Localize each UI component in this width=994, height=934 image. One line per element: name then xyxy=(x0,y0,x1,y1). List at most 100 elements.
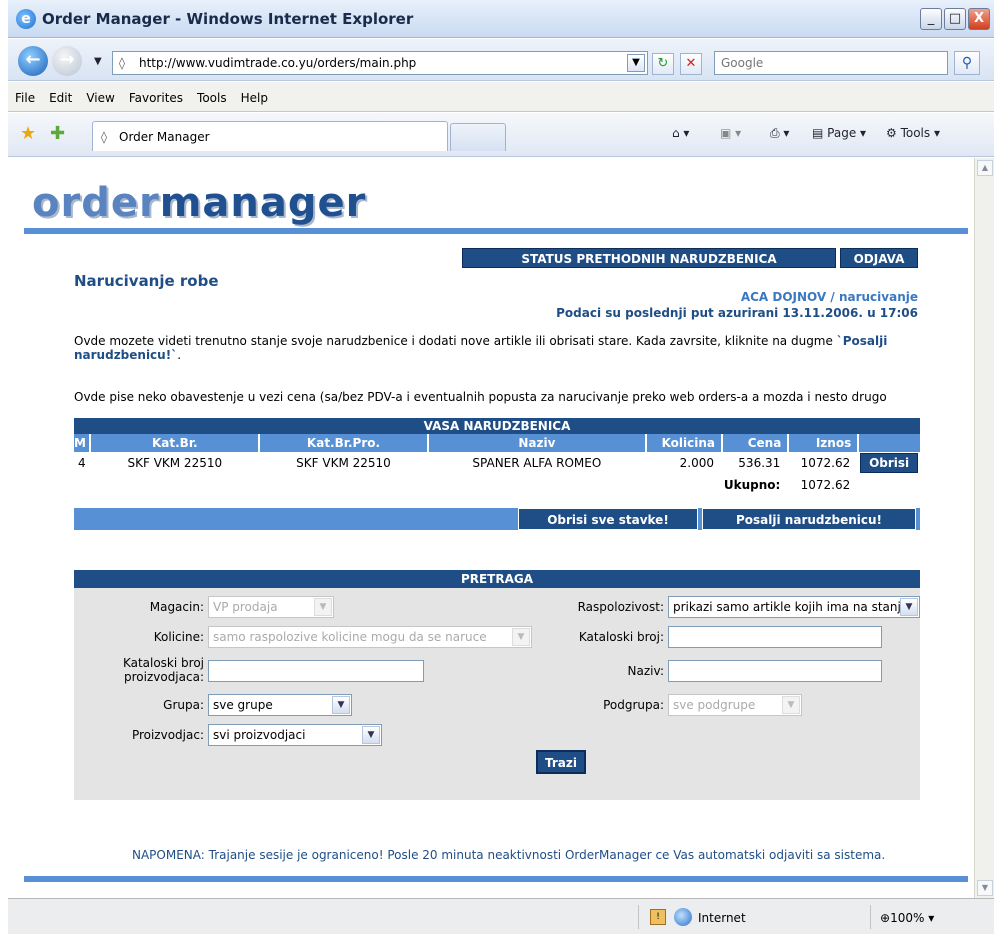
favorites-bar: ★ ✚ ◊ Order Manager ⌂ ▾ ▣ ▾ ⎙ ▾ ▤ Page ▾… xyxy=(8,113,994,157)
chevron-down-icon[interactable]: ▼ xyxy=(362,726,380,744)
page-menu[interactable]: ▤ Page ▾ xyxy=(812,126,866,140)
search-panel: Magacin: VP prodaja ▼ Kolicine: samo rasp… xyxy=(74,588,920,800)
chevron-down-icon: ▼ xyxy=(314,598,332,616)
chevron-down-icon[interactable]: ▼ xyxy=(332,696,350,714)
previous-orders-status-button[interactable]: STATUS PRETHODNIH NARUDZBENICA xyxy=(462,248,836,268)
security-zone-label: Internet xyxy=(698,911,746,925)
tab-order-manager[interactable]: ◊ Order Manager xyxy=(92,121,448,151)
total-row: Ukupno: 1072.62 xyxy=(74,474,920,496)
scroll-down-icon[interactable]: ▼ xyxy=(977,880,993,896)
search-box[interactable] xyxy=(714,51,948,75)
grupa-select[interactable]: sve grupe ▼ xyxy=(208,694,352,716)
menu-favorites[interactable]: Favorites xyxy=(122,82,190,105)
menu-bar: File Edit View Favorites Tools Help xyxy=(8,82,994,112)
feeds-icon[interactable]: ▣ ▾ xyxy=(720,126,741,140)
price-notice: Ovde pise neko obavestenje u vezi cena (… xyxy=(74,390,887,404)
protected-mode-icon[interactable]: ! xyxy=(650,909,666,925)
col-kat-br: Kat.Br. xyxy=(90,434,261,452)
status-divider xyxy=(638,905,639,929)
address-field[interactable]: ◊ http://www.vudimtrade.co.yu/orders/mai… xyxy=(112,51,648,75)
order-table-caption: VASA NARUDZBENICA xyxy=(74,418,920,434)
logout-button[interactable]: ODJAVA xyxy=(840,248,918,268)
search-button[interactable]: Trazi xyxy=(536,750,586,774)
chevron-down-icon[interactable]: ▼ xyxy=(900,598,918,616)
add-favorites-icon[interactable]: ✚ xyxy=(50,123,65,144)
url-text[interactable]: http://www.vudimtrade.co.yu/orders/main.… xyxy=(139,56,416,70)
delete-item-button[interactable]: Obrisi xyxy=(860,453,919,473)
zoom-icon: ⊕ xyxy=(880,911,891,925)
session-note: NAPOMENA: Trajanje sesije je ograniceno!… xyxy=(132,848,886,862)
search-caption: PRETRAGA xyxy=(74,570,920,588)
send-order-button[interactable]: Posalji narudzbenicu! xyxy=(702,508,916,530)
magacin-value: VP prodaja xyxy=(213,600,278,614)
internet-zone-icon xyxy=(674,908,692,926)
cell-kat-br-pro: SKF VKM 22510 xyxy=(296,456,391,470)
page-viewport: ordermanager STATUS PRETHODNIH NARUDZBEN… xyxy=(8,158,974,898)
gear-icon: ⚙ xyxy=(886,126,901,140)
magacin-select: VP prodaja ▼ xyxy=(208,596,334,618)
col-cena: Cena xyxy=(722,434,790,452)
col-action xyxy=(858,434,920,452)
kat-pro-label-line2: proizvodjaca: xyxy=(123,670,204,684)
grupa-value: sve grupe xyxy=(213,698,273,712)
menu-tools[interactable]: Tools xyxy=(190,82,234,105)
kolicine-select: samo raspolozive kolicine mogu da se nar… xyxy=(208,626,532,648)
search-input[interactable] xyxy=(715,52,947,74)
page-menu-label: Page xyxy=(827,126,857,140)
total-label: Ukupno: xyxy=(723,478,781,492)
proizvodjac-value: svi proizvodjaci xyxy=(213,728,306,742)
scroll-up-icon[interactable]: ▲ xyxy=(977,160,993,176)
menu-file[interactable]: File xyxy=(8,82,42,105)
kataloski-broj-input[interactable] xyxy=(668,626,882,648)
address-dropdown-icon[interactable]: ▼ xyxy=(627,54,645,72)
menu-help[interactable]: Help xyxy=(234,82,275,105)
footer-divider xyxy=(24,876,968,882)
new-tab-button[interactable] xyxy=(450,123,506,151)
user-info: ACA DOJNOV / narucivanje xyxy=(740,290,918,304)
address-toolbar: ← → ▼ ◊ http://www.vudimtrade.co.yu/orde… xyxy=(8,39,994,81)
proizvodjac-label: Proizvodjac: xyxy=(131,728,204,742)
maximize-button[interactable]: □ xyxy=(944,8,966,30)
total-value: 1072.62 xyxy=(800,478,851,492)
refresh-icon[interactable]: ↻ xyxy=(652,53,674,75)
stop-icon[interactable]: ✕ xyxy=(680,53,702,75)
kataloski-broj-label: Kataloski broj: xyxy=(578,630,664,644)
raspolozivost-select[interactable]: prikazi samo artikle kojih ima na stanju… xyxy=(668,596,920,618)
print-icon[interactable]: ⎙ ▾ xyxy=(770,126,789,141)
last-updated-info: Podaci su poslednji put azurirani 13.11.… xyxy=(556,306,918,320)
grupa-label: Grupa: xyxy=(163,698,204,712)
cell-kolicina: 2.000 xyxy=(679,456,714,470)
zoom-level[interactable]: ⊕100% ▾ xyxy=(880,911,934,925)
delete-all-button[interactable]: Obrisi sve stavke! xyxy=(518,508,698,530)
minimize-button[interactable]: _ xyxy=(920,8,942,30)
kat-broj-proizvodjaca-label: Kataloski broj proizvodjaca: xyxy=(104,656,204,684)
tools-menu[interactable]: ⚙ Tools ▾ xyxy=(886,126,940,140)
naziv-input[interactable] xyxy=(668,660,882,682)
recent-pages-dropdown-icon[interactable]: ▼ xyxy=(94,56,102,67)
kat-broj-proizvodjaca-input[interactable] xyxy=(208,660,424,682)
chevron-down-icon: ▼ xyxy=(512,628,530,646)
zoom-value: 100% xyxy=(890,911,925,925)
menu-edit[interactable]: Edit xyxy=(42,82,79,105)
proizvodjac-select[interactable]: svi proizvodjaci ▼ xyxy=(208,724,382,746)
menu-view[interactable]: View xyxy=(79,82,121,105)
ordermanager-logo: ordermanager xyxy=(32,180,366,226)
intro-body: Ovde mozete videti trenutno stanje svoje… xyxy=(74,334,837,348)
close-button[interactable]: X xyxy=(968,8,990,30)
ie-logo-icon: e xyxy=(16,9,36,29)
table-row: 4 SKF VKM 22510 SKF VKM 22510 SPANER ALF… xyxy=(74,452,920,474)
favorites-star-icon[interactable]: ★ xyxy=(20,123,36,144)
chevron-down-icon: ▼ xyxy=(782,696,800,714)
vertical-scrollbar[interactable]: ▲ ▼ xyxy=(974,158,994,898)
intro-end: . xyxy=(177,348,182,362)
tools-menu-label: Tools xyxy=(900,126,931,140)
page-favicon-icon: ◊ xyxy=(119,56,125,70)
search-icon[interactable]: ⚲ xyxy=(954,51,980,75)
forward-button[interactable]: → xyxy=(52,46,82,76)
home-icon[interactable]: ⌂ ▾ xyxy=(672,126,689,140)
logo-order: order xyxy=(32,180,160,226)
order-action-bar: Obrisi sve stavke! Posalji narudzbenicu! xyxy=(74,508,920,530)
back-button[interactable]: ← xyxy=(18,46,48,76)
tab-label: Order Manager xyxy=(119,130,210,144)
tab-favicon-icon: ◊ xyxy=(101,130,107,144)
